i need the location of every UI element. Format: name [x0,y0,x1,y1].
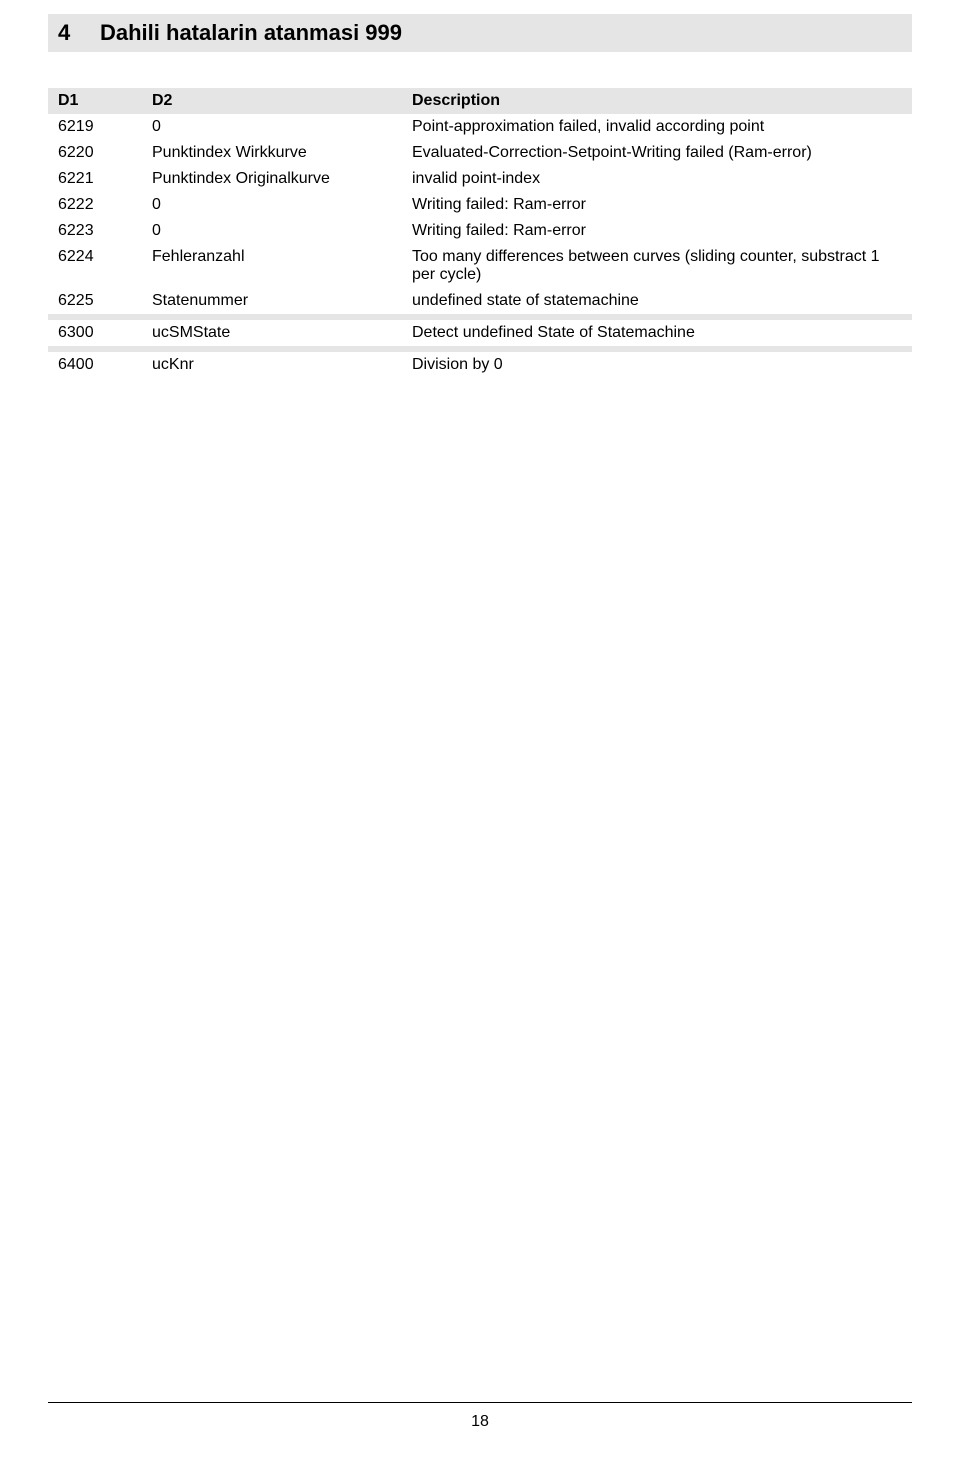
cell-desc: Too many differences between curves (sli… [402,244,912,288]
footer-rule [48,1402,912,1403]
cell-d1: 6220 [48,140,142,166]
cell-d1: 6300 [48,320,142,346]
cell-desc: Detect undefined State of Statemachine [402,320,912,346]
cell-d2: ucSMState [142,320,402,346]
cell-d1: 6219 [48,114,142,140]
cell-d2: Punktindex Wirkkurve [142,140,402,166]
section-header: 4 Dahili hatalarin atanmasi 999 [48,14,912,52]
cell-d2: 0 [142,114,402,140]
cell-d1: 6224 [48,244,142,288]
table-header-row: D1 D2 Description [48,88,912,114]
cell-desc: Evaluated-Correction-Setpoint-Writing fa… [402,140,912,166]
cell-d1: 6222 [48,192,142,218]
cell-d1: 6225 [48,288,142,314]
cell-desc: undefined state of statemachine [402,288,912,314]
cell-d1: 6221 [48,166,142,192]
error-table: D1 D2 Description 62190Point-approximati… [48,88,912,378]
table-row: 62230Writing failed: Ram-error [48,218,912,244]
col-d1: D1 [48,88,142,114]
col-d2: D2 [142,88,402,114]
table-row: 6300ucSMStateDetect undefined State of S… [48,320,912,346]
cell-d2: 0 [142,218,402,244]
table-row: 6220Punktindex WirkkurveEvaluated-Correc… [48,140,912,166]
table-row: 6221Punktindex Originalkurveinvalid poin… [48,166,912,192]
section-number: 4 [58,20,100,46]
cell-d2: Fehleranzahl [142,244,402,288]
cell-desc: Point-approximation failed, invalid acco… [402,114,912,140]
cell-d2: 0 [142,192,402,218]
cell-d2: Statenummer [142,288,402,314]
table-row: 6400ucKnrDivision by 0 [48,352,912,378]
cell-desc: Writing failed: Ram-error [402,192,912,218]
cell-d2: ucKnr [142,352,402,378]
col-desc: Description [402,88,912,114]
table-row: 6225Statenummerundefined state of statem… [48,288,912,314]
table-row: 6224FehleranzahlToo many differences bet… [48,244,912,288]
section-title: Dahili hatalarin atanmasi 999 [100,20,402,46]
cell-desc: invalid point-index [402,166,912,192]
cell-desc: Writing failed: Ram-error [402,218,912,244]
page: 4 Dahili hatalarin atanmasi 999 D1 D2 De… [0,14,960,1459]
cell-d2: Punktindex Originalkurve [142,166,402,192]
cell-d1: 6223 [48,218,142,244]
page-number: 18 [0,1413,960,1431]
cell-d1: 6400 [48,352,142,378]
table-row: 62220Writing failed: Ram-error [48,192,912,218]
table-row: 62190Point-approximation failed, invalid… [48,114,912,140]
cell-desc: Division by 0 [402,352,912,378]
